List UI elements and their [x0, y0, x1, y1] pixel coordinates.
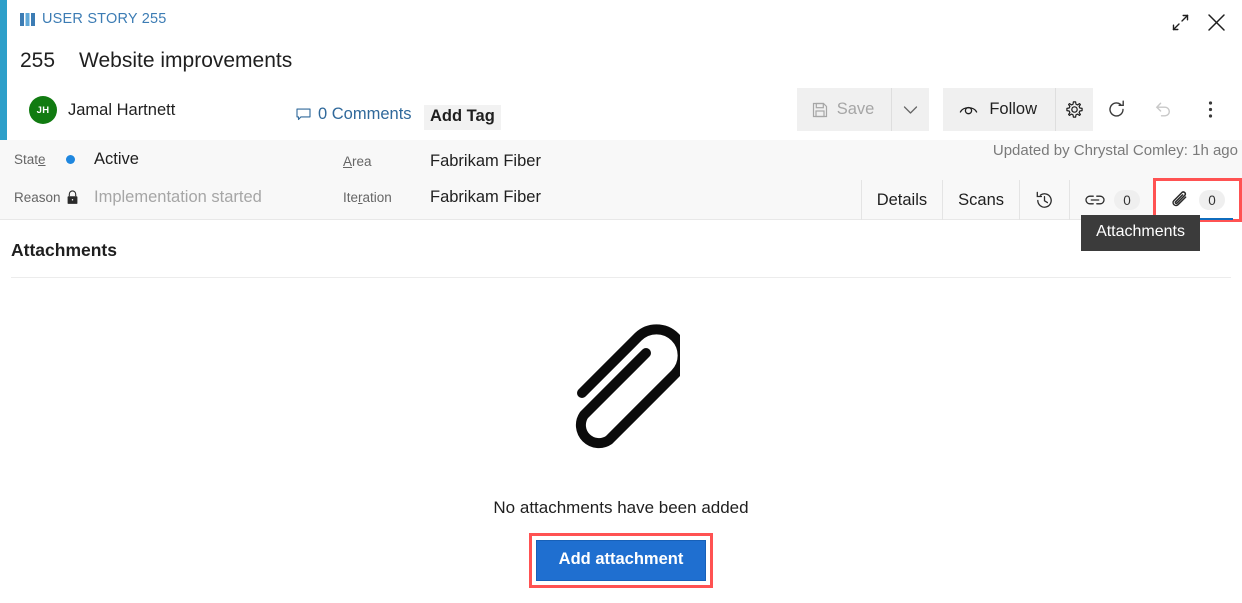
- state-dot: [66, 155, 75, 164]
- avatar: JH: [29, 96, 57, 124]
- attachments-tooltip: Attachments: [1081, 215, 1200, 251]
- empty-state-text: No attachments have been added: [493, 498, 749, 517]
- work-item-type-header: USER STORY 255: [20, 11, 167, 27]
- add-attachment-highlight: Add attachment: [528, 533, 714, 588]
- attachments-section-title: Attachments: [11, 240, 117, 260]
- add-tag-button[interactable]: Add Tag: [424, 105, 501, 130]
- work-item-title-row: 255 Website improvements: [20, 49, 292, 73]
- save-button-group: Save: [796, 88, 930, 131]
- tab-scans[interactable]: Scans: [942, 180, 1019, 220]
- work-item-type-label: USER STORY 255: [42, 11, 167, 27]
- more-actions-button[interactable]: [1187, 88, 1234, 131]
- tab-links-count: 0: [1114, 190, 1140, 210]
- lock-icon: [67, 190, 78, 204]
- work-item-title[interactable]: Website improvements: [79, 49, 292, 73]
- save-icon: [812, 102, 827, 117]
- settings-button[interactable]: [1055, 88, 1093, 131]
- user-story-icon: [20, 12, 35, 26]
- tab-details-label: Details: [876, 190, 928, 209]
- undo-icon: [1155, 102, 1170, 117]
- chevron-down-icon: [904, 105, 918, 114]
- eye-icon: [960, 106, 978, 114]
- kebab-menu-icon: [1208, 101, 1213, 118]
- state-value: Active: [94, 150, 139, 168]
- work-item-tab-bar: Details Scans 0 0: [860, 178, 1242, 222]
- tab-links[interactable]: 0: [1069, 180, 1155, 220]
- state-field[interactable]: State Active: [14, 150, 139, 169]
- state-dot-wrap: [66, 155, 94, 164]
- comments-link[interactable]: 0 Comments: [296, 105, 412, 124]
- iteration-label: Iteration: [343, 190, 392, 205]
- tab-history[interactable]: [1019, 180, 1069, 220]
- area-label: Area: [343, 154, 372, 169]
- restore-button[interactable]: [1162, 6, 1198, 38]
- area-value: Fabrikam Fiber: [430, 152, 541, 170]
- save-label: Save: [836, 100, 875, 118]
- add-attachment-button[interactable]: Add attachment: [535, 540, 707, 581]
- iteration-field[interactable]: Iteration Fabrikam Fiber: [343, 188, 541, 207]
- reason-lock-wrap: [66, 190, 94, 205]
- assigned-to-field[interactable]: JH Jamal Hartnett: [29, 96, 175, 124]
- assignee-name: Jamal Hartnett: [68, 100, 176, 119]
- paperclip-icon: [575, 324, 680, 449]
- attachments-empty-state: No attachments have been added Add attac…: [0, 320, 1242, 588]
- history-icon: [1036, 191, 1052, 208]
- follow-label: Follow: [989, 100, 1037, 118]
- work-item-id: 255: [20, 49, 56, 72]
- close-button[interactable]: [1198, 6, 1234, 38]
- gear-icon: [1066, 101, 1083, 118]
- follow-button-group: Follow: [943, 88, 1093, 131]
- refresh-button[interactable]: [1093, 88, 1140, 131]
- tab-attachments[interactable]: 0: [1153, 178, 1242, 222]
- tab-scans-label: Scans: [958, 190, 1004, 209]
- follow-button[interactable]: Follow: [943, 88, 1055, 131]
- window-controls: [1162, 6, 1234, 38]
- link-icon: [1085, 195, 1105, 205]
- tab-details[interactable]: Details: [860, 180, 942, 220]
- section-divider: [11, 277, 1231, 278]
- revert-button[interactable]: [1140, 88, 1187, 131]
- paperclip-icon: [1172, 190, 1187, 206]
- save-dropdown-button[interactable]: [891, 88, 929, 131]
- tab-attachments-count: 0: [1199, 190, 1225, 210]
- refresh-icon: [1109, 100, 1124, 117]
- reason-label: Reason: [14, 190, 61, 205]
- save-button[interactable]: Save: [797, 88, 892, 131]
- state-label: State: [14, 152, 46, 167]
- work-item-toolbar: Save Follow: [796, 88, 1234, 131]
- iteration-value: Fabrikam Fiber: [430, 188, 541, 206]
- comment-icon: [296, 108, 311, 121]
- reason-value: Implementation started: [94, 188, 262, 206]
- reason-field: Reason Implementation started: [14, 188, 262, 207]
- area-field[interactable]: Area Fabrikam Fiber: [343, 152, 541, 171]
- work-item-type-accent-strip: [0, 0, 7, 140]
- work-item-dialog: USER STORY 255 255 Website improvements …: [0, 0, 1242, 603]
- comments-label: 0 Comments: [318, 105, 412, 123]
- updated-by-note: Updated by Chrystal Comley: 1h ago: [992, 142, 1238, 159]
